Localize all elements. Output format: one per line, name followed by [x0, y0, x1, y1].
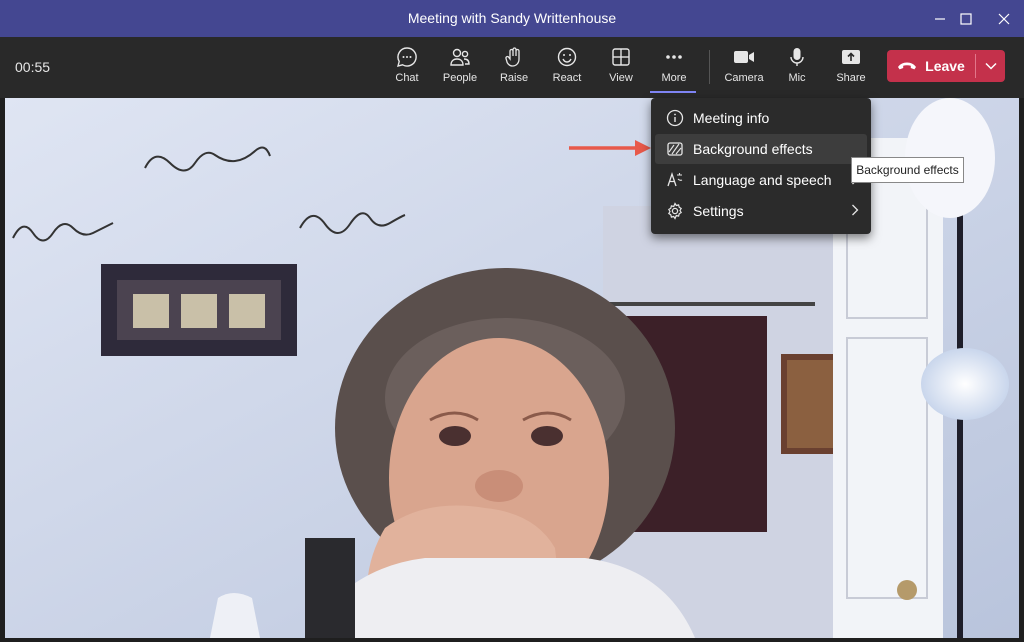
people-button[interactable]: People [434, 46, 486, 92]
raise-hand-icon [505, 47, 520, 67]
people-label: People [442, 72, 478, 84]
tooltip: Background effects [851, 157, 964, 183]
mic-button[interactable]: Mic [771, 46, 823, 92]
menu-item-language-and-speech[interactable]: Language and speech [655, 165, 867, 195]
view-grid-icon [612, 48, 630, 66]
annotation-arrow [569, 140, 651, 156]
meeting-info-label: Meeting info [693, 110, 770, 126]
chat-icon [397, 47, 417, 67]
close-icon [998, 13, 1010, 24]
chat-label: Chat [395, 72, 419, 84]
minimize-icon [935, 17, 945, 20]
view-button[interactable]: View [595, 46, 647, 92]
more-menu: Meeting info Background effects Language… [651, 98, 871, 234]
background-effects-label: Background effects [693, 141, 813, 157]
background-effects-icon [667, 142, 683, 156]
meeting-timer: 00:55 [15, 59, 51, 75]
chevron-right-icon [852, 204, 859, 216]
mic-icon [790, 48, 804, 66]
window-title: Meeting with Sandy Writtenhouse [407, 10, 617, 26]
leave-options-button[interactable] [976, 50, 1005, 82]
share-label: Share [836, 72, 866, 84]
mic-label: Mic [788, 72, 806, 84]
more-button[interactable]: More [648, 46, 700, 92]
camera-icon [734, 51, 754, 63]
camera-label: Camera [724, 72, 764, 84]
camera-button[interactable]: Camera [718, 46, 770, 92]
view-label: View [609, 72, 633, 84]
maximize-icon [960, 12, 972, 25]
share-icon [842, 50, 860, 64]
settings-label: Settings [693, 203, 744, 219]
gear-icon [667, 202, 683, 220]
more-active-indicator [650, 91, 696, 93]
raise-hand-button[interactable]: Raise [488, 46, 540, 92]
more-label: More [661, 72, 687, 84]
menu-item-settings[interactable]: Settings [655, 196, 867, 226]
leave-label: Leave [925, 58, 965, 74]
menu-item-background-effects[interactable]: Background effects [655, 134, 867, 164]
more-icon [666, 55, 682, 59]
language-icon [667, 171, 683, 187]
maximize-button[interactable] [946, 0, 986, 37]
title-bar: Meeting with Sandy Writtenhouse [0, 0, 1024, 37]
toolbar-divider [709, 50, 710, 84]
leave-button-group: Leave [887, 50, 1005, 82]
react-button[interactable]: React [541, 46, 593, 92]
raise-label: Raise [499, 72, 529, 84]
language-and-speech-label: Language and speech [693, 172, 832, 188]
hang-up-icon [898, 62, 917, 70]
leave-button[interactable]: Leave [887, 50, 975, 82]
share-button[interactable]: Share [825, 46, 877, 92]
menu-item-meeting-info[interactable]: Meeting info [655, 103, 867, 133]
chevron-down-icon [984, 62, 997, 70]
chat-button[interactable]: Chat [381, 46, 433, 92]
react-label: React [552, 72, 582, 84]
people-icon [450, 48, 470, 66]
close-button[interactable] [984, 0, 1024, 37]
info-icon [666, 109, 684, 127]
react-icon [557, 47, 577, 67]
